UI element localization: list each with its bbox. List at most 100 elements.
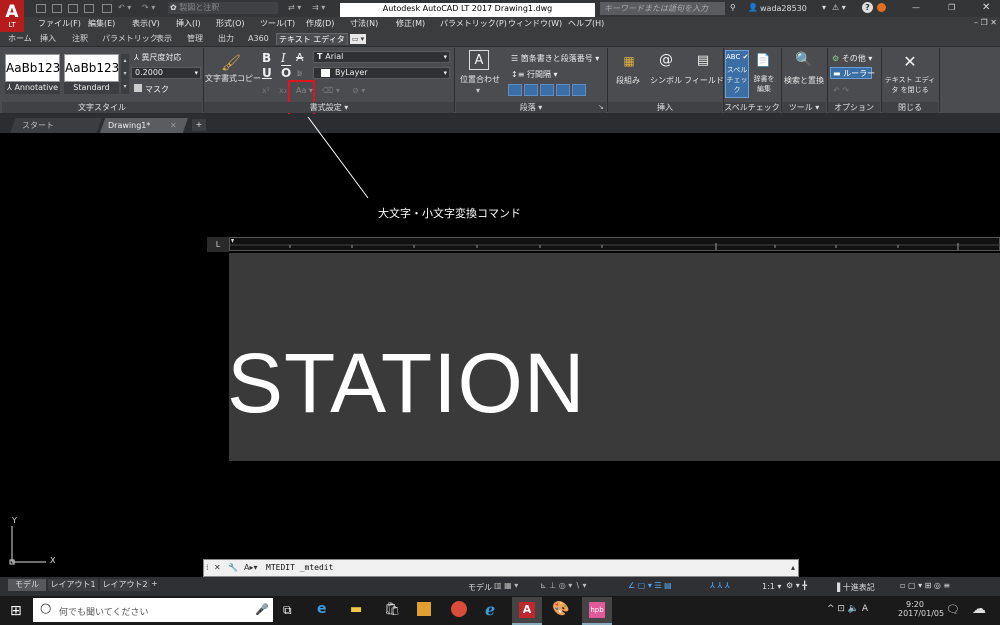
snap-icon[interactable]: ⊾ ⊥ ◎ ▾ ∖ ▾ xyxy=(540,581,587,590)
username[interactable]: wada28530 xyxy=(760,4,807,13)
ribbon-tab[interactable]: 出力 xyxy=(216,33,236,45)
notification-icon[interactable] xyxy=(877,3,886,12)
justify-icon[interactable]: A xyxy=(469,50,489,70)
chevron-down-icon[interactable]: ▾ xyxy=(476,86,480,95)
open-icon[interactable] xyxy=(52,4,62,13)
layout-tab[interactable]: レイアウト2 xyxy=(100,579,150,591)
close-tab-icon[interactable]: ✕ xyxy=(170,118,177,133)
workspace-select[interactable]: ✿ 製図と注釈 xyxy=(168,2,278,14)
scale-button[interactable]: 1:1 ▾ xyxy=(762,582,781,591)
annotative-scale-label[interactable]: ⅄ 異尺度対応 xyxy=(134,52,181,63)
italic-button[interactable]: I xyxy=(281,51,286,65)
style-scroll[interactable]: ▴ ▾ ▾ xyxy=(121,54,129,94)
menu-item[interactable]: 作成(D) xyxy=(306,18,334,29)
binoculars-icon[interactable]: ⚲ xyxy=(730,3,736,12)
model-space-button[interactable]: モデル xyxy=(468,582,492,593)
hpb-taskbar-button[interactable]: hpb xyxy=(582,597,612,625)
align-center-icon[interactable] xyxy=(524,84,538,96)
align-right-icon[interactable] xyxy=(540,84,554,96)
ribbon-tab[interactable]: 表示 xyxy=(154,33,174,45)
saveas-icon[interactable] xyxy=(84,4,94,13)
ribbon-tab[interactable]: 挿入 xyxy=(38,33,58,45)
text-height-combo[interactable]: 0.2000 ▾ xyxy=(131,67,201,79)
spell-check-toggle[interactable]: ABC ✔ スペル チェック xyxy=(725,50,749,98)
help-icon[interactable]: ? xyxy=(862,2,873,13)
gear-icon[interactable]: ⚙ ▾ ╋ xyxy=(786,581,807,590)
save-icon[interactable] xyxy=(68,4,78,13)
edge-icon[interactable]: e xyxy=(317,601,327,617)
paint-icon[interactable]: 🎨 xyxy=(552,601,569,617)
justify-button[interactable]: 位置合わせ xyxy=(457,75,503,85)
edit-dictionary-button[interactable]: 辞書を 編集 xyxy=(750,74,778,94)
tab-stop-icon[interactable]: L xyxy=(207,237,229,252)
osnap-icon[interactable]: ∠ ▢ ▾ ☰ ▤ xyxy=(628,581,672,590)
minimize-icon[interactable]: — xyxy=(912,3,920,12)
field-icon[interactable]: ▤ xyxy=(694,51,712,69)
style-sample-annotative[interactable]: AaBb123 xyxy=(5,54,60,82)
new-tab-icon[interactable]: + xyxy=(192,119,206,131)
line-spacing-button[interactable]: ↕≡ 行間隔 ▾ xyxy=(511,69,558,80)
redo-icon[interactable]: ↷ ▾ xyxy=(142,3,155,12)
menu-item[interactable]: 表示(V) xyxy=(132,18,160,29)
grip-icon[interactable]: ⁞ xyxy=(206,563,209,572)
indent-marker-icon[interactable] xyxy=(231,239,234,243)
app-menu-button[interactable]: A LT xyxy=(0,0,24,32)
ribbon-toggle-icon[interactable]: ▭ ▾ xyxy=(350,34,366,44)
close-icon[interactable]: ✕ xyxy=(214,563,221,572)
add-layout-icon[interactable]: + xyxy=(151,579,158,588)
style-sample-standard[interactable]: AaBb123 xyxy=(64,54,119,82)
ruler-toggle[interactable]: ▬ ルーラー xyxy=(830,67,875,79)
undo-icon[interactable]: ↶ ▾ xyxy=(118,3,131,12)
undo-icon[interactable]: ↶ ↷ xyxy=(833,86,849,95)
menu-item[interactable]: ヘルプ(H) xyxy=(568,18,604,29)
oblique-icon[interactable]: ⊘ ▾ xyxy=(352,86,365,95)
dictionary-icon[interactable]: 📄 xyxy=(755,51,771,69)
menu-item[interactable]: 修正(M) xyxy=(396,18,425,29)
menu-item[interactable]: 挿入(I) xyxy=(176,18,201,29)
layout-tab[interactable]: レイアウト1 xyxy=(48,579,98,591)
media-icon[interactable] xyxy=(417,602,431,616)
field-button[interactable]: フィールド xyxy=(684,76,724,86)
menu-item[interactable]: パラメトリック(P) xyxy=(440,18,507,29)
search-input[interactable]: キーワードまたは語句を入力 xyxy=(600,2,725,15)
ruler[interactable] xyxy=(229,237,1000,251)
customize-icon[interactable]: 🔧 xyxy=(228,563,238,572)
strikethrough-button[interactable]: A xyxy=(296,51,304,64)
dropdown-icon[interactable]: ▾ xyxy=(822,3,826,12)
ribbon-tab[interactable]: パラメトリック xyxy=(100,33,160,45)
doc-window-controls[interactable]: – ❐ ✕ xyxy=(974,18,997,27)
annotation-scale-icon[interactable]: ⅄ ⅄ ⅄ xyxy=(710,581,730,590)
weather-icon[interactable]: ☁ xyxy=(972,601,986,617)
underline-button[interactable]: U xyxy=(262,66,272,80)
menu-item[interactable]: ツール(T) xyxy=(260,18,295,29)
windows-start-icon[interactable]: ⊞ xyxy=(10,603,22,619)
paragraph-dialog-icon[interactable]: ↘ xyxy=(598,103,604,111)
more-qat-icon[interactable]: ⇉ ▾ xyxy=(312,3,325,12)
layout-tab[interactable]: モデル xyxy=(8,579,46,591)
align-justify-icon[interactable] xyxy=(556,84,570,96)
taskbar-search[interactable]: ○ 何でも聞いてください 🎤 xyxy=(33,598,273,622)
menu-item[interactable]: 編集(E) xyxy=(88,18,115,29)
menu-item[interactable]: ウィンドウ(W) xyxy=(508,18,562,29)
close-window-icon[interactable]: ✕ xyxy=(982,2,990,13)
menu-item[interactable]: ファイル(F) xyxy=(38,18,81,29)
command-text[interactable]: MTEDIT _mtedit xyxy=(266,563,333,572)
tab-start[interactable]: スタート xyxy=(10,118,102,133)
close-icon[interactable]: ✕ xyxy=(900,51,920,71)
grid-icon[interactable]: ▥ ▦ ▾ xyxy=(494,581,518,590)
command-line[interactable]: ⁞ ✕ 🔧 A▸▾ MTEDIT _mtedit ▴ xyxy=(203,559,799,577)
ribbon-tab[interactable]: テキスト エディタ xyxy=(276,33,348,45)
symbol-button[interactable]: シンボル xyxy=(648,76,684,86)
bold-button[interactable]: B xyxy=(262,51,271,65)
restore-icon[interactable]: ❐ xyxy=(948,3,955,12)
more-options-button[interactable]: ⚙ その他 ▾ xyxy=(832,53,872,64)
align-distribute-icon[interactable] xyxy=(572,84,586,96)
ribbon-tab[interactable]: 注釈 xyxy=(70,33,90,45)
color-combo[interactable]: ByLayer ▾ xyxy=(313,67,450,79)
new-icon[interactable] xyxy=(36,4,46,13)
close-editor-button[interactable]: テキスト エディタ を閉じる xyxy=(882,75,938,95)
ribbon-tab[interactable]: 管理 xyxy=(185,33,205,45)
history-icon[interactable]: ▴ xyxy=(791,563,795,572)
mic-icon[interactable]: 🎤 xyxy=(255,603,269,616)
clear-format-icon[interactable]: ⌫ ▾ xyxy=(322,86,340,95)
